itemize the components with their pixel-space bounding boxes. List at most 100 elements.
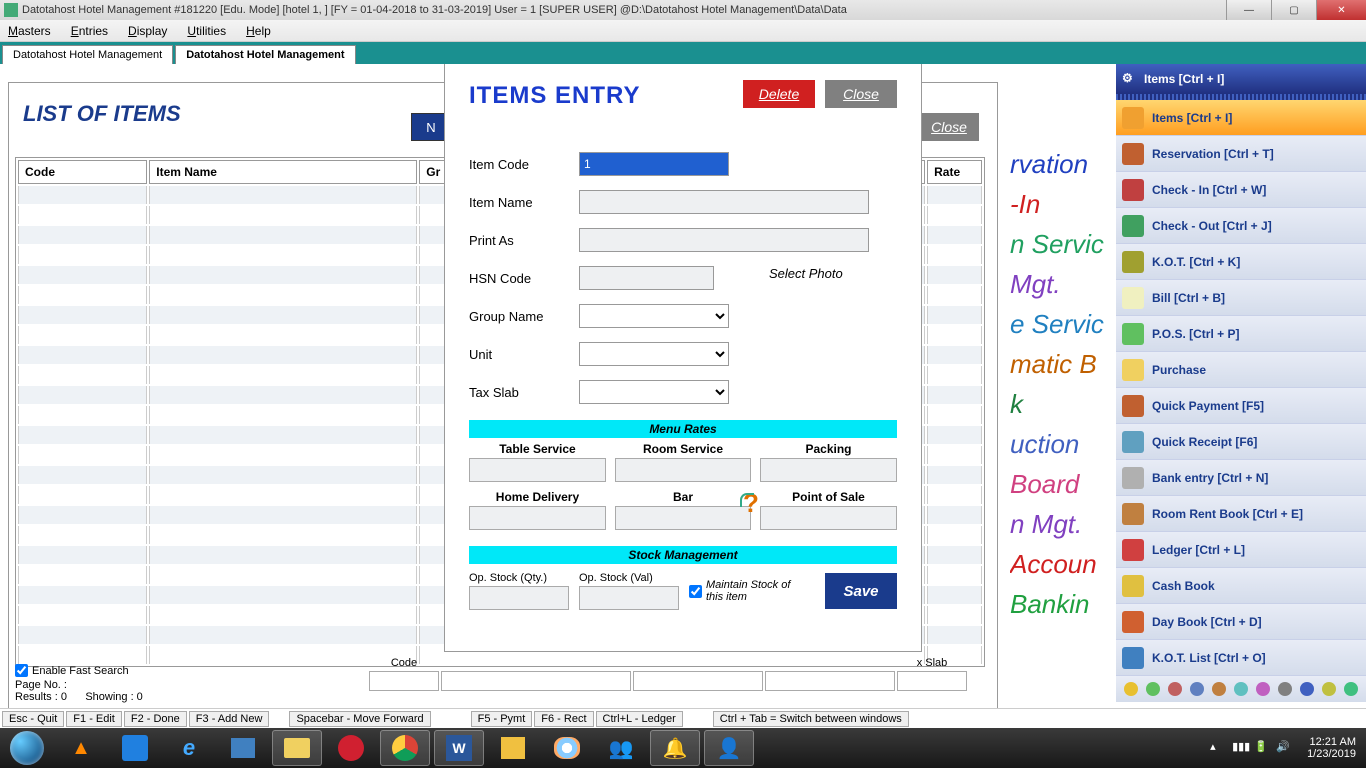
footer-icon-6[interactable] — [1234, 682, 1248, 696]
taskbar-ie-icon[interactable]: e — [164, 730, 214, 766]
shortcut-2: F2 - Done — [124, 711, 187, 727]
sidebar-icon-15 — [1122, 647, 1144, 669]
footer-icon-4[interactable] — [1190, 682, 1204, 696]
group-name-select[interactable] — [579, 304, 729, 328]
sidebar-item-label: P.O.S. [Ctrl + P] — [1152, 327, 1239, 341]
taskbar-notes-icon[interactable] — [488, 730, 538, 766]
menu-utilities[interactable]: Utilities — [187, 24, 226, 38]
close-window-button[interactable]: ✕ — [1316, 0, 1366, 20]
col-rate[interactable]: Rate — [927, 160, 982, 184]
footer-icon-7[interactable] — [1256, 682, 1270, 696]
sidebar-item-2[interactable]: Check - In [Ctrl + W] — [1116, 172, 1366, 208]
maximize-button[interactable]: ▢ — [1271, 0, 1316, 20]
tab-1[interactable]: Datotahost Hotel Management — [2, 45, 173, 64]
taskbar-explorer-icon[interactable] — [272, 730, 322, 766]
tab-2[interactable]: Datotahost Hotel Management — [175, 45, 355, 64]
sidebar-item-label: Purchase — [1152, 363, 1206, 377]
sidebar-item-9[interactable]: Quick Receipt [F6] — [1116, 424, 1366, 460]
footer-icon-5[interactable] — [1212, 682, 1226, 696]
sidebar-item-3[interactable]: Check - Out [Ctrl + J] — [1116, 208, 1366, 244]
taskbar-word-icon[interactable]: W — [434, 730, 484, 766]
enable-fast-search-checkbox[interactable] — [15, 664, 28, 677]
menu-display[interactable]: Display — [128, 24, 167, 38]
list-close-button[interactable]: Close — [919, 113, 979, 141]
taskbar-app-icon[interactable] — [110, 730, 160, 766]
save-button[interactable]: Save — [825, 573, 897, 609]
pos-input[interactable] — [760, 506, 897, 530]
sidebar-item-0[interactable]: Items [Ctrl + I] — [1116, 100, 1366, 136]
menu-help[interactable]: Help — [246, 24, 271, 38]
sidebar-item-10[interactable]: Bank entry [Ctrl + N] — [1116, 460, 1366, 496]
packing-input[interactable] — [760, 458, 897, 482]
start-button[interactable] — [0, 728, 54, 768]
filter-name-input[interactable] — [441, 671, 631, 691]
col-code[interactable]: Code — [18, 160, 147, 184]
sidebar-item-14[interactable]: Day Book [Ctrl + D] — [1116, 604, 1366, 640]
tray-wifi-icon[interactable]: ▮▮▮ — [1232, 740, 1248, 756]
tray-up-icon[interactable]: ▴ — [1210, 740, 1226, 756]
sidebar-item-11[interactable]: Room Rent Book [Ctrl + E] — [1116, 496, 1366, 532]
taskbar-folder-icon[interactable] — [218, 730, 268, 766]
taskbar-chrome-icon[interactable] — [380, 730, 430, 766]
footer-icon-2[interactable] — [1146, 682, 1160, 696]
op-stock-qty-input[interactable] — [469, 586, 569, 610]
room-service-input[interactable] — [615, 458, 752, 482]
taskbar-user-icon[interactable]: 👤 — [704, 730, 754, 766]
home-delivery-input[interactable] — [469, 506, 606, 530]
shortcut-1: F1 - Edit — [66, 711, 122, 727]
minimize-button[interactable]: — — [1226, 0, 1271, 20]
taskbar-bell-icon[interactable]: 🔔 — [650, 730, 700, 766]
sidebar-item-7[interactable]: Purchase — [1116, 352, 1366, 388]
sidebar-header: ⚙Items [Ctrl + I] — [1116, 64, 1366, 94]
packing-label: Packing — [805, 442, 851, 456]
print-as-input[interactable] — [579, 228, 869, 252]
filter-code-label: Code — [391, 657, 417, 669]
filter-code-input[interactable] — [369, 671, 439, 691]
table-service-input[interactable] — [469, 458, 606, 482]
op-stock-val-input[interactable] — [579, 586, 679, 610]
taskbar-vlc-icon[interactable]: ▲ — [56, 730, 106, 766]
sidebar-item-8[interactable]: Quick Payment [F5] — [1116, 388, 1366, 424]
footer-icon-3[interactable] — [1168, 682, 1182, 696]
hsn-code-input[interactable] — [579, 266, 714, 290]
sidebar-item-label: K.O.T. [Ctrl + K] — [1152, 255, 1240, 269]
select-photo-label[interactable]: Select Photo — [769, 266, 843, 281]
op-stock-qty-label: Op. Stock (Qty.) — [469, 572, 569, 584]
maintain-stock-checkbox[interactable] — [689, 585, 702, 598]
filter-unit-input[interactable] — [765, 671, 895, 691]
filter-group-input[interactable] — [633, 671, 763, 691]
footer-icon-11[interactable] — [1344, 682, 1358, 696]
taskbar-opera-icon[interactable] — [326, 730, 376, 766]
item-code-input[interactable] — [579, 152, 729, 176]
gear-icon: ⚙ — [1122, 71, 1138, 87]
footer-icon-8[interactable] — [1278, 682, 1292, 696]
modal-close-button[interactable]: Close — [825, 80, 897, 108]
sidebar-item-4[interactable]: K.O.T. [Ctrl + K] — [1116, 244, 1366, 280]
tray-battery-icon[interactable]: 🔋 — [1254, 740, 1270, 756]
sidebar-item-6[interactable]: P.O.S. [Ctrl + P] — [1116, 316, 1366, 352]
footer-icon-9[interactable] — [1300, 682, 1314, 696]
clock[interactable]: 12:21 AM 1/23/2019 — [1307, 736, 1356, 760]
sidebar-item-5[interactable]: Bill [Ctrl + B] — [1116, 280, 1366, 316]
item-name-input[interactable] — [579, 190, 869, 214]
sidebar-icon-10 — [1122, 467, 1144, 489]
item-code-label: Item Code — [469, 157, 579, 172]
sidebar-item-15[interactable]: K.O.T. List [Ctrl + O] — [1116, 640, 1366, 676]
filter-slab-input[interactable] — [897, 671, 967, 691]
unit-select[interactable] — [579, 342, 729, 366]
sidebar-item-12[interactable]: Ledger [Ctrl + L] — [1116, 532, 1366, 568]
tray-volume-icon[interactable]: 🔊 — [1276, 740, 1292, 756]
tax-slab-select[interactable] — [579, 380, 729, 404]
taskbar-paint-icon[interactable] — [542, 730, 592, 766]
sidebar-item-13[interactable]: Cash Book — [1116, 568, 1366, 604]
footer-icon-10[interactable] — [1322, 682, 1336, 696]
sidebar-item-1[interactable]: Reservation [Ctrl + T] — [1116, 136, 1366, 172]
menu-masters[interactable]: Masters — [8, 24, 51, 38]
menu-entries[interactable]: Entries — [71, 24, 108, 38]
col-item-name[interactable]: Item Name — [149, 160, 417, 184]
delete-button[interactable]: Delete — [743, 80, 815, 108]
window-title: Datotahost Hotel Management #181220 [Edu… — [22, 4, 847, 16]
bar-input[interactable] — [615, 506, 752, 530]
footer-icon-1[interactable] — [1124, 682, 1138, 696]
taskbar-people-icon[interactable]: 👥 — [596, 730, 646, 766]
